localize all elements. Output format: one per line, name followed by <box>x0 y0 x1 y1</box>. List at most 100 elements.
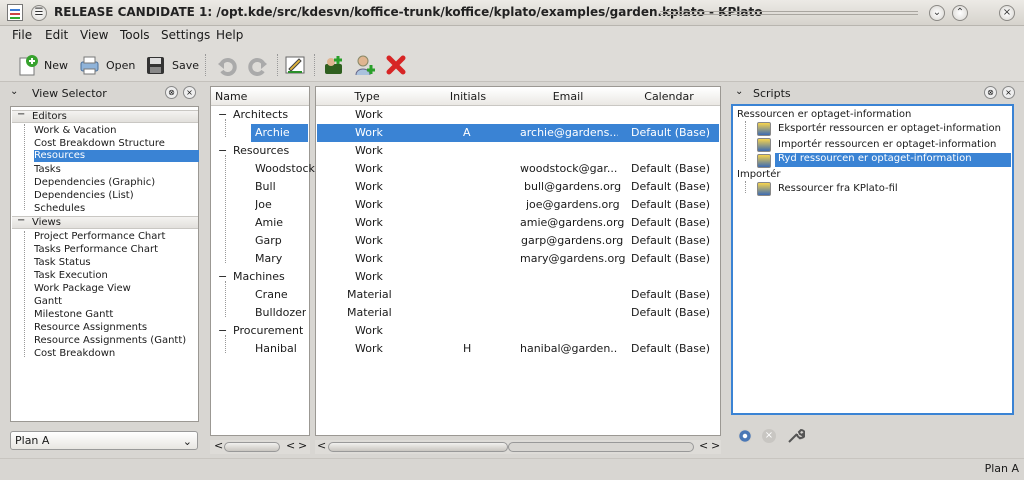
view-item-schedules[interactable]: Schedules <box>34 203 85 214</box>
view-item-work-vacation[interactable]: Work & Vacation <box>34 125 116 136</box>
undo-button[interactable] <box>216 52 244 78</box>
edit-button[interactable] <box>284 52 312 78</box>
resource-row[interactable]: Crane <box>212 286 308 304</box>
resource-group-row[interactable]: − Machines <box>212 268 308 286</box>
view-item-tasks[interactable]: Tasks <box>34 164 61 175</box>
close-window-icon[interactable]: × <box>999 5 1015 21</box>
table-row[interactable]: Work garp@gardens.org Default (Base) <box>317 232 719 250</box>
view-item-task-execution[interactable]: Task Execution <box>34 270 108 281</box>
resource-group-row[interactable]: − Architects <box>212 106 308 124</box>
name-column-header[interactable]: Name <box>211 88 309 106</box>
view-item-resources[interactable]: Resources <box>34 150 199 162</box>
table-row[interactable]: Work woodstock@gar... Default (Base) <box>317 160 719 178</box>
collapse-panel-icon[interactable]: ⌄ <box>735 86 743 97</box>
plan-selector[interactable]: Plan A ⌄ <box>10 431 198 450</box>
float-panel-icon[interactable]: ⊗ <box>165 86 178 99</box>
table-row[interactable]: Material Default (Base) <box>317 304 719 322</box>
scrollbar-track[interactable] <box>508 442 694 452</box>
resource-group-row[interactable]: − Procurement <box>212 322 308 340</box>
table-row[interactable]: Work mary@gardens.org Default (Base) <box>317 250 719 268</box>
view-item-gantt[interactable]: Gantt <box>34 296 62 307</box>
menu-view[interactable]: View <box>80 28 108 42</box>
view-item-work-package-view[interactable]: Work Package View <box>34 283 131 294</box>
add-resource-group-button[interactable] <box>323 52 351 78</box>
new-document-icon <box>16 54 38 76</box>
scroll-left-arrow[interactable]: < <box>699 439 708 452</box>
table-row-selected[interactable]: Work Aarchie@gardens.... Default (Base) <box>317 124 719 142</box>
calendar-column-header[interactable]: Calendar <box>618 88 720 106</box>
table-row[interactable]: Material Default (Base) <box>317 286 719 304</box>
open-button[interactable]: Open <box>78 52 135 78</box>
editors-section[interactable]: − Editors <box>12 109 198 123</box>
table-row[interactable]: Work amie@gardens.org Default (Base) <box>317 214 719 232</box>
view-item-tasks-performance-chart[interactable]: Tasks Performance Chart <box>34 244 158 255</box>
save-button[interactable]: Save <box>144 52 199 78</box>
view-item-dependencies-list[interactable]: Dependencies (List) <box>34 190 134 201</box>
menu-help[interactable]: Help <box>216 28 243 42</box>
scroll-left-arrow[interactable]: < <box>317 439 326 452</box>
type-column-header[interactable]: Type <box>316 88 418 106</box>
view-item-resource-assignments-gantt[interactable]: Resource Assignments (Gantt) <box>34 335 186 346</box>
scroll-right-arrow[interactable]: > <box>711 439 720 452</box>
resource-row[interactable]: Woodstock <box>212 160 315 178</box>
name-horizontal-scrollbar[interactable]: < < > <box>210 439 310 454</box>
resource-row[interactable]: Bull <box>212 178 308 196</box>
view-item-project-performance-chart[interactable]: Project Performance Chart <box>34 231 165 242</box>
resource-row[interactable]: Hanibal <box>212 340 308 358</box>
script-settings-wrench-icon[interactable] <box>787 428 806 444</box>
script-import-busy-info[interactable]: Importér ressourcen er optaget-informati… <box>778 139 996 150</box>
resource-row[interactable]: Mary <box>212 250 308 268</box>
view-item-dependencies-graphic[interactable]: Dependencies (Graphic) <box>34 177 155 188</box>
run-script-icon[interactable] <box>738 429 752 443</box>
menu-file[interactable]: File <box>12 28 32 42</box>
delete-button[interactable] <box>385 52 413 78</box>
menu-tools[interactable]: Tools <box>120 28 150 42</box>
menu-edit[interactable]: Edit <box>45 28 68 42</box>
resource-row[interactable]: Bulldozer <box>212 304 308 322</box>
views-section[interactable]: − Views <box>12 215 198 229</box>
script-import-resources[interactable]: Ressourcer fra KPlato-fil <box>778 183 898 194</box>
scroll-right-arrow[interactable]: > <box>298 439 307 452</box>
script-clear-busy-info[interactable]: Ryd ressourcen er optaget-information <box>775 153 1011 167</box>
close-panel-icon[interactable]: × <box>183 86 196 99</box>
resource-row[interactable]: Archie <box>212 124 308 142</box>
minimize-icon[interactable]: ⌄ <box>929 5 945 21</box>
table-row[interactable]: Work joe@gardens.org Default (Base) <box>317 196 719 214</box>
view-item-task-status[interactable]: Task Status <box>34 257 91 268</box>
script-export-busy-info[interactable]: Eksportér ressourcen er optaget-informat… <box>778 123 1001 134</box>
new-button[interactable]: New <box>16 52 68 78</box>
close-panel-icon[interactable]: × <box>1002 86 1015 99</box>
window-menu-icon[interactable]: ☰ <box>31 5 47 21</box>
view-item-cost-breakdown[interactable]: Cost Breakdown <box>34 348 115 359</box>
add-resource-button[interactable] <box>354 52 382 78</box>
float-panel-icon[interactable]: ⊗ <box>984 86 997 99</box>
table-row[interactable]: Work Hhanibal@garden... Default (Base) <box>317 340 719 358</box>
resource-row[interactable]: Amie <box>212 214 308 232</box>
stop-script-icon[interactable]: × <box>762 429 776 443</box>
scrollbar-thumb[interactable] <box>328 442 508 452</box>
table-row[interactable]: Work <box>317 268 719 286</box>
view-item-resource-assignments[interactable]: Resource Assignments <box>34 322 147 333</box>
resource-row[interactable]: Joe <box>212 196 308 214</box>
open-label: Open <box>106 58 136 72</box>
view-item-cost-breakdown-structure[interactable]: Cost Breakdown Structure <box>34 138 165 149</box>
resource-group-row[interactable]: − Resources <box>212 142 308 160</box>
scrollbar-thumb[interactable] <box>224 442 280 452</box>
menu-settings[interactable]: Settings <box>161 28 210 42</box>
table-row[interactable]: Work <box>317 106 719 124</box>
initials-column-header[interactable]: Initials <box>418 88 518 106</box>
table-row[interactable]: Work <box>317 142 719 160</box>
collapse-panel-icon[interactable]: ⌄ <box>10 86 18 97</box>
maximize-icon[interactable]: ⌃ <box>952 5 968 21</box>
resource-row[interactable]: Garp <box>212 232 308 250</box>
table-row[interactable]: Work <box>317 322 719 340</box>
scroll-left-arrow[interactable]: < <box>214 439 223 452</box>
toolbar-separator <box>205 54 206 76</box>
kplato-app-icon[interactable] <box>7 4 23 21</box>
table-row[interactable]: Work bull@gardens.org Default (Base) <box>317 178 719 196</box>
scroll-left-arrow[interactable]: < <box>286 439 295 452</box>
email-column-header[interactable]: Email <box>518 88 618 106</box>
details-horizontal-scrollbar[interactable]: < < > <box>315 439 721 454</box>
redo-button[interactable] <box>247 52 275 78</box>
view-item-milestone-gantt[interactable]: Milestone Gantt <box>34 309 113 320</box>
